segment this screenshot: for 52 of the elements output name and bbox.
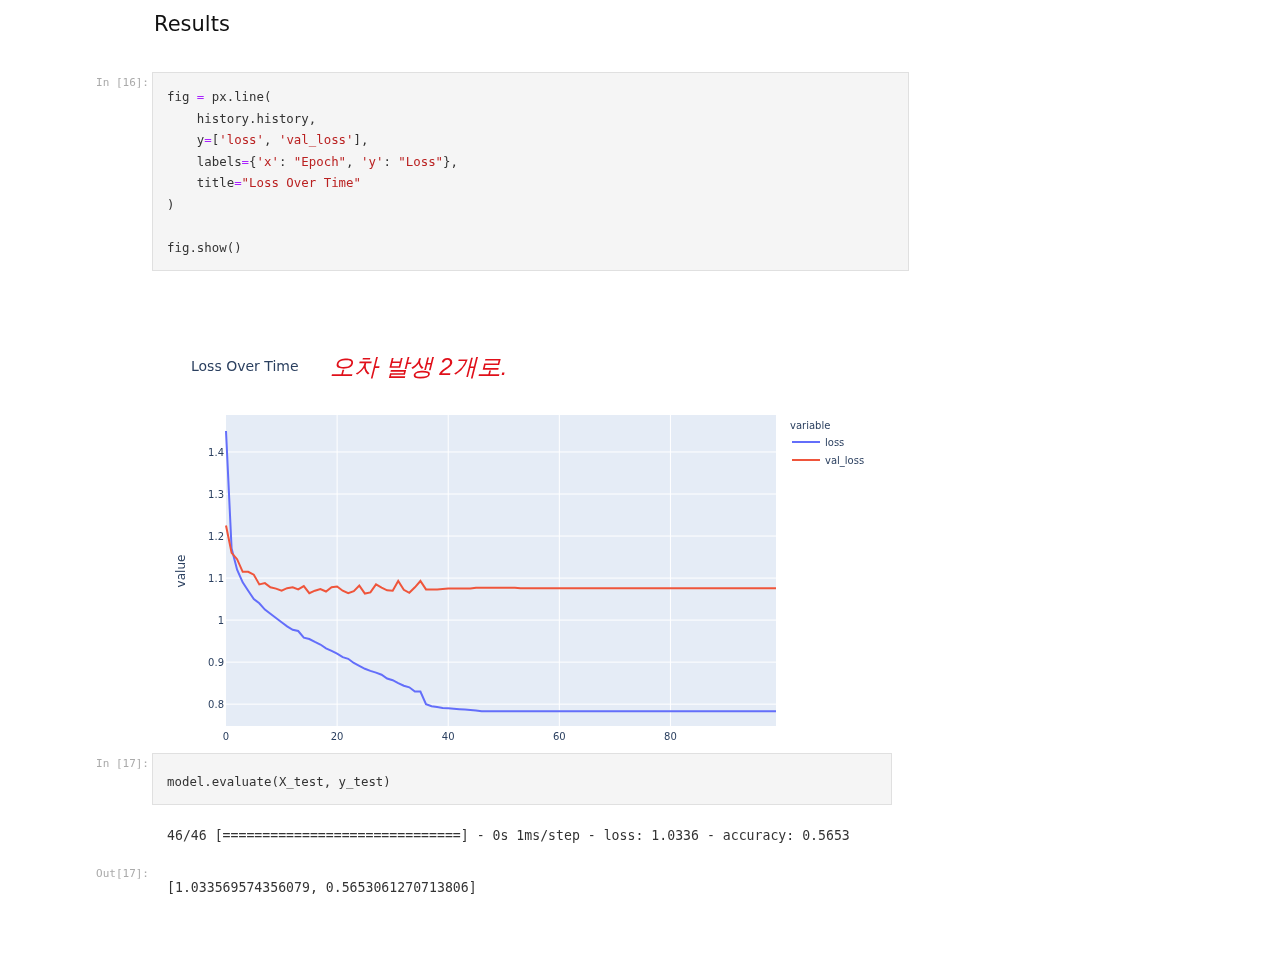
- code-token: },: [443, 153, 458, 169]
- code-token: model.evaluate(X_test, y_test): [167, 774, 391, 789]
- input-prompt: In [16]:: [95, 75, 150, 89]
- code-token: labels: [195, 153, 242, 169]
- code-token: :: [278, 153, 288, 169]
- code-token: =: [241, 153, 250, 169]
- axis-tick-label: 0.9: [208, 657, 224, 669]
- chart-title: Loss Over Time: [191, 358, 299, 374]
- axis-tick-label: 0.8: [208, 699, 224, 711]
- input-prompt: In [17]:: [95, 756, 150, 770]
- code-token: ,: [264, 132, 273, 148]
- code-token: fig: [167, 89, 191, 104]
- code-token: px.line(: [210, 89, 272, 104]
- code-token: history.history,: [195, 110, 317, 126]
- axis-tick-label: 80: [664, 731, 677, 742]
- axis-tick-label: 1.3: [208, 489, 224, 500]
- code-token: 'loss': [219, 132, 264, 148]
- code-token: {: [249, 153, 257, 169]
- output-prompt: Out[17]:: [95, 866, 150, 882]
- code-token: fig.show(): [167, 240, 242, 256]
- code-token: 'y': [361, 153, 384, 169]
- legend-title: variable: [790, 420, 831, 431]
- output-text: [1.033569574356079, 0.5653061270713806]: [166, 879, 477, 897]
- axis-tick-label: 40: [441, 731, 455, 742]
- axis-tick-label: 1.1: [208, 573, 224, 585]
- code-token: [: [211, 132, 220, 148]
- section-heading: Results: [154, 12, 231, 36]
- code-token: ,: [346, 153, 355, 169]
- code-token: "Epoch": [293, 153, 347, 169]
- legend-label: val_loss: [825, 455, 865, 466]
- code-token: y: [195, 132, 205, 148]
- output-text: 46/46 [==============================] - 0s 1ms/step - loss: 1.0336 - accuracy: 0.5653: [166, 827, 850, 845]
- handwritten-note: 오차 발생 2개로.: [330, 353, 508, 380]
- code-token: "Loss": [398, 153, 444, 169]
- code-token: title: [195, 175, 235, 191]
- code-token: ): [167, 196, 175, 212]
- code-token: :: [383, 153, 392, 169]
- code-token: =: [204, 132, 212, 148]
- legend-label: loss: [825, 437, 845, 448]
- axis-tick-label: 1.4: [208, 447, 224, 458]
- code-token: 'x': [256, 153, 279, 169]
- code-token: =: [234, 175, 242, 191]
- code-token: =: [196, 89, 205, 104]
- axis-title: value: [174, 554, 188, 588]
- code-token: ],: [353, 132, 369, 148]
- axis-tick-label: 60: [552, 731, 566, 742]
- code-token: 'val_loss': [278, 132, 354, 148]
- axis-tick-label: 0: [222, 731, 230, 742]
- axis-tick-label: 1: [217, 615, 224, 627]
- code-token: "Loss Over Time": [241, 175, 361, 191]
- axis-tick-label: 1.2: [208, 531, 224, 543]
- axis-tick-label: 20: [330, 731, 344, 742]
